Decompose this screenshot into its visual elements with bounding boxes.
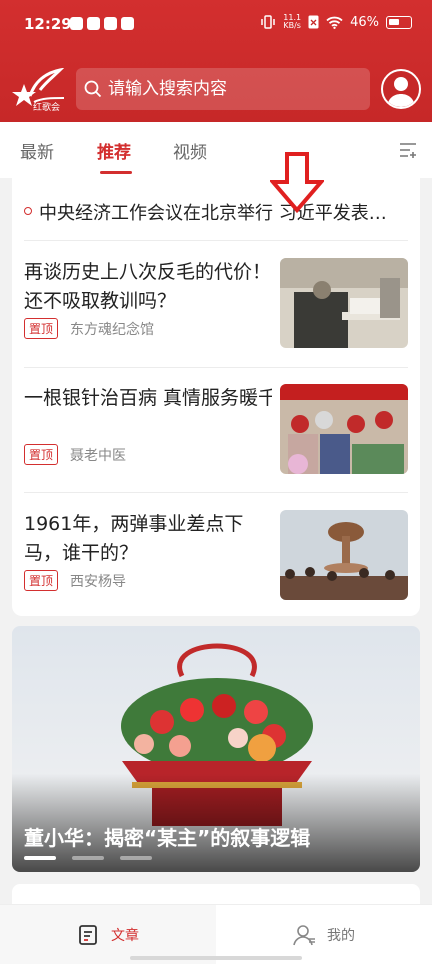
app-notification-icon [104, 17, 117, 30]
article-meta: 置顶 西安杨导 [24, 570, 126, 591]
tab-video[interactable]: 视频 [173, 138, 207, 163]
app-logo[interactable]: 红歌会 [10, 68, 66, 112]
article-thumbnail[interactable] [280, 258, 408, 348]
article-thumbnail[interactable] [280, 510, 408, 600]
article-item[interactable]: 1961年，两弹事业差点下马，谁干的？ 置顶 西安杨导 [12, 494, 420, 619]
headline-dot-icon [24, 207, 32, 215]
article-source: 聂老中医 [70, 447, 127, 464]
article-meta: 置顶 聂老中医 [24, 444, 126, 465]
article-title[interactable]: 一根银针治百病 真情服务暖千家：聂晓萍老中医… [24, 384, 272, 413]
down-arrow-icon [270, 152, 324, 214]
nav-label: 文章 [111, 928, 139, 944]
article-source: 东方魂纪念馆 [70, 321, 155, 338]
user-avatar[interactable] [381, 69, 421, 109]
search-bar[interactable] [76, 68, 370, 110]
carousel-dot[interactable] [24, 856, 56, 860]
article-list-card: 中央经济工作会议在北京举行 习近平发表重要讲话 再谈历史上八次反毛的代价！还不吸… [12, 152, 420, 619]
carousel-dot[interactable] [72, 856, 104, 860]
notification-icons [70, 17, 134, 30]
app-notification-icon [121, 17, 134, 30]
tab-recommended[interactable]: 推荐 [97, 138, 131, 163]
pinned-badge: 置顶 [24, 444, 59, 465]
network-speed: 11.1 KB/s [283, 13, 302, 30]
app-header: 12:29 11.1 KB/s 46% 红歌会 [0, 0, 432, 122]
article-title[interactable]: 1961年，两弹事业差点下马，谁干的？ [24, 510, 272, 568]
article-source: 西安杨导 [70, 573, 127, 590]
carousel-dot[interactable] [120, 856, 152, 860]
profile-icon [293, 925, 315, 946]
battery-percent: 46% [350, 14, 379, 30]
article-icon [79, 925, 97, 945]
tab-menu-icon[interactable] [398, 140, 418, 160]
article-item[interactable]: 再谈历史上八次反毛的代价！还不吸取教训吗？ 置顶 东方魂纪念馆 [12, 242, 420, 367]
tab-latest[interactable]: 最新 [20, 138, 54, 163]
article-title[interactable]: 再谈历史上八次反毛的代价！还不吸取教训吗？ [24, 258, 272, 316]
headline-link[interactable]: 中央经济工作会议在北京举行 习近平发表重要讲话 [39, 199, 399, 225]
article-item[interactable]: 一根银针治百病 真情服务暖千家：聂晓萍老中医… 置顶 聂老中医 [12, 368, 420, 493]
app-notification-icon [70, 17, 83, 30]
svg-text:红歌会: 红歌会 [33, 101, 60, 112]
active-tab-indicator [100, 171, 132, 174]
status-bar: 12:29 11.1 KB/s 46% [0, 0, 432, 52]
vibrate-icon [261, 15, 276, 29]
pinned-badge: 置顶 [24, 570, 59, 591]
search-icon [84, 80, 102, 98]
featured-banner[interactable]: 董小华：揭密“某主”的叙事逻辑 [12, 626, 420, 872]
article-meta: 置顶 东方魂纪念馆 [24, 318, 154, 339]
article-thumbnail[interactable] [280, 384, 408, 474]
status-time: 12:29 [24, 15, 72, 33]
nav-label: 我的 [327, 928, 355, 944]
app-notification-icon [87, 17, 100, 30]
bottom-nav: 文章 我的 [0, 904, 432, 964]
divider [24, 240, 408, 241]
battery-icon [386, 15, 412, 29]
banner-caption[interactable]: 董小华：揭密“某主”的叙事逻辑 [24, 822, 310, 851]
user-icon [387, 77, 415, 107]
carousel-indicator [24, 856, 152, 860]
pinned-badge: 置顶 [24, 318, 59, 339]
status-right: 11.1 KB/s 46% [260, 14, 412, 30]
category-tabs: 最新 推荐 视频 [0, 122, 432, 178]
sim-icon [308, 15, 319, 29]
wifi-icon [326, 16, 343, 29]
home-indicator[interactable] [130, 956, 302, 960]
divider [24, 492, 408, 493]
search-input[interactable] [108, 79, 358, 99]
